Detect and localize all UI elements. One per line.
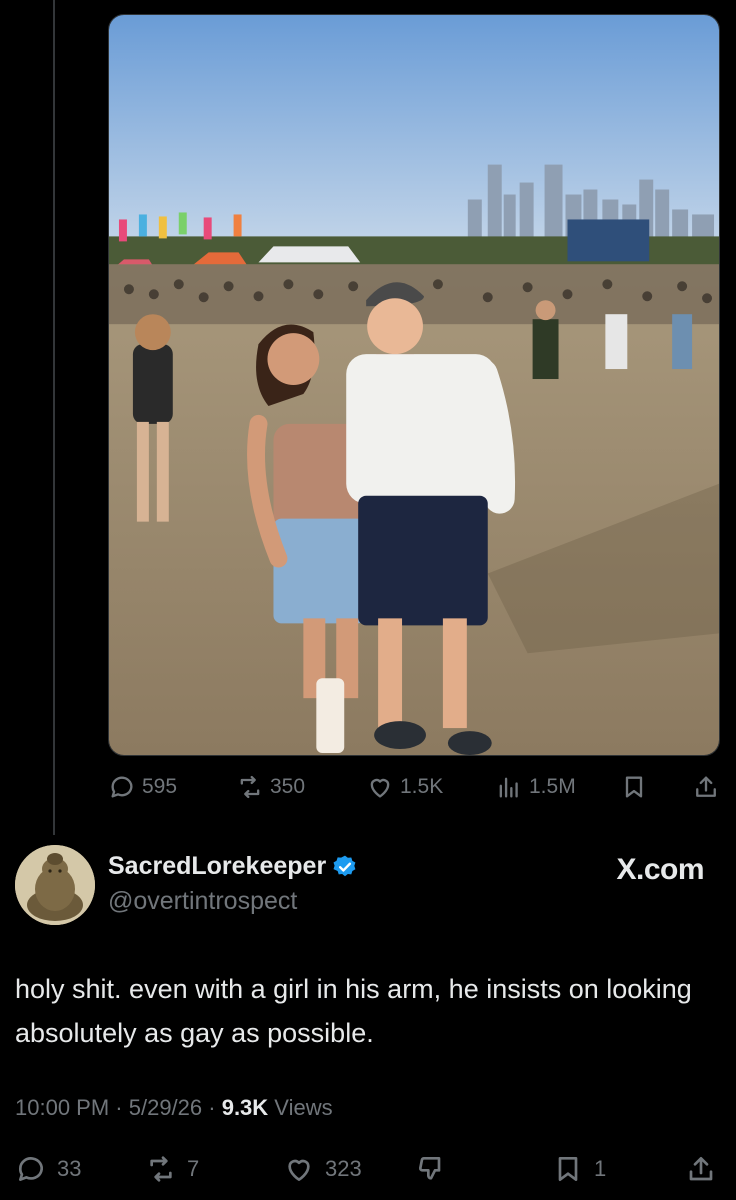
verified-badge-icon (332, 854, 358, 880)
repost-icon (240, 775, 260, 799)
festival-photo-illustration (109, 15, 719, 755)
meta-separator-1: · (109, 1095, 129, 1120)
quoted-like-count[interactable]: 1.5K (366, 770, 443, 804)
reply-icon (18, 1157, 43, 1181)
dislike-button[interactable] (415, 1150, 447, 1188)
bookmark-count: 1 (594, 1156, 607, 1181)
quoted-reply-count[interactable]: 595 (108, 770, 177, 804)
like-icon (370, 778, 390, 798)
post-action-bar: 33 7 323 1 (15, 1150, 721, 1188)
avatar[interactable] (15, 845, 95, 925)
post-date[interactable]: 5/29/26 (129, 1095, 202, 1120)
post-meta: 10:00 PM · 5/29/26 · 9.3K Views (15, 1095, 333, 1121)
quoted-repost-count[interactable]: 350 (236, 770, 305, 804)
repost-button[interactable]: 7 (145, 1150, 199, 1188)
quoted-post-metrics: 595 350 1.5K 1.5M (108, 770, 724, 804)
post-views-count[interactable]: 9.3K (222, 1095, 268, 1120)
quoted-bookmark-button[interactable] (620, 770, 648, 804)
thread-connector-line (53, 0, 55, 835)
quoted-repost-count-label: 350 (270, 775, 306, 798)
quoted-like-count-label: 1.5K (400, 775, 444, 798)
reply-count: 33 (57, 1156, 82, 1181)
like-button[interactable]: 323 (283, 1150, 362, 1188)
repost-count: 7 (187, 1156, 200, 1181)
repost-icon (150, 1156, 172, 1182)
source-watermark: X.com (616, 853, 704, 886)
avatar-image (15, 845, 95, 925)
dislike-icon (419, 1156, 441, 1180)
author-header: SacredLorekeeper @overtintrospect X.com (15, 845, 721, 925)
bookmark-icon (625, 776, 643, 798)
post-views-label: Views (268, 1095, 333, 1120)
views-icon (499, 777, 518, 798)
share-button[interactable] (685, 1150, 717, 1188)
like-icon (288, 1159, 310, 1181)
bookmark-icon (558, 1157, 578, 1181)
quoted-share-button[interactable] (692, 770, 720, 804)
meta-separator-2: · (202, 1095, 222, 1120)
quoted-views-count-label: 1.5M (529, 775, 576, 798)
like-count: 323 (325, 1156, 362, 1181)
bookmark-button[interactable]: 1 (552, 1150, 606, 1188)
display-name[interactable]: SacredLorekeeper (108, 852, 326, 881)
post-text: holy shit. even with a girl in his arm, … (15, 974, 692, 1048)
quoted-reply-count-label: 595 (142, 775, 178, 798)
reply-icon (111, 776, 133, 798)
name-row: SacredLorekeeper (108, 852, 358, 881)
post-photo[interactable] (108, 14, 720, 756)
reply-button[interactable]: 33 (15, 1150, 81, 1188)
handle[interactable]: @overtintrospect (108, 887, 297, 916)
quoted-views-count[interactable]: 1.5M (495, 770, 576, 804)
share-icon (689, 1157, 713, 1181)
post-time[interactable]: 10:00 PM (15, 1095, 109, 1120)
share-icon (696, 776, 716, 797)
